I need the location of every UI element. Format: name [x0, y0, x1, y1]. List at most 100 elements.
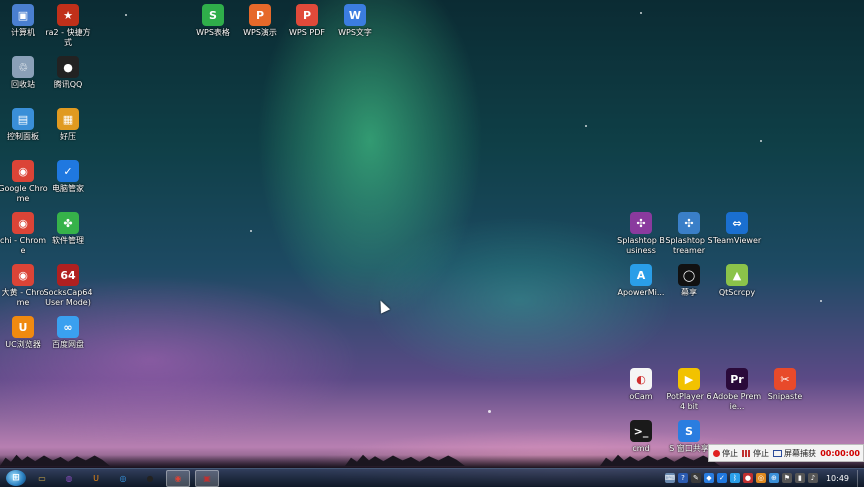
- shield-icon[interactable]: ✓: [716, 473, 727, 483]
- screen-icon: [773, 449, 782, 457]
- desktop-icon-android-icon[interactable]: ▲ QtScrcpy: [712, 264, 762, 298]
- sockscap-icon: 64: [57, 264, 79, 286]
- recorder-stop-button[interactable]: 停止: [713, 448, 738, 459]
- recorder-tray-icon[interactable]: ●: [742, 473, 753, 483]
- recorder-capture-label: 屏幕捕获: [784, 448, 816, 458]
- star: [488, 410, 491, 413]
- star: [585, 125, 587, 127]
- chrome-icon: ◉: [174, 473, 182, 483]
- keyboard-icon[interactable]: ⌨: [665, 473, 675, 483]
- desktop-icon-muxiang-icon[interactable]: ◯ 幕享: [664, 264, 714, 298]
- potplayer-icon: ▶: [678, 368, 700, 390]
- uc-icon: U: [93, 473, 99, 483]
- desktop-icon-shield-icon[interactable]: ✓ 电脑管家: [43, 160, 93, 194]
- desktop-icon-wps-sheet-icon[interactable]: S WPS表格: [188, 4, 238, 38]
- desktop-icon-wps-writer-icon[interactable]: W WPS文字: [330, 4, 380, 38]
- desktop-icon-label: 腾讯QQ: [53, 80, 83, 89]
- taskbar-app-chrome-icon[interactable]: ◉: [166, 469, 190, 487]
- taskbar-app-browser-icon[interactable]: ◎: [112, 471, 134, 486]
- taskbar-app-recorder-icon[interactable]: ▣: [195, 469, 219, 487]
- star: [125, 14, 127, 16]
- chrome-icon: ◉: [12, 212, 34, 234]
- desktop-icon-label: 控制面板: [7, 132, 39, 141]
- show-desktop-button[interactable]: [857, 469, 864, 487]
- start-button[interactable]: ⊞: [6, 470, 26, 486]
- recorder-capture-button[interactable]: 屏幕捕获: [773, 448, 816, 459]
- chrome-icon: ◉: [12, 160, 34, 182]
- desktop-icon-label: SocksCap64 User Mode): [43, 288, 93, 307]
- recorder-icon: ▣: [203, 473, 211, 483]
- desktop-icon-splashtop-business-icon[interactable]: ✣ Splashtop Business: [616, 212, 666, 256]
- desktop-icon-wps-slides-icon[interactable]: P WPS演示: [235, 4, 285, 38]
- desktop: ▣ 计算机 ★ ra2 - 快捷方式 ♲ 回收站 ● 腾讯QQ ▤ 控制面板 ▦ 好压 ◉ Google …: [0, 0, 864, 468]
- input-method-icon[interactable]: ✎: [690, 473, 701, 483]
- pause-bars-icon: [742, 449, 751, 457]
- desktop-icon-clover-icon[interactable]: ✤ 软件管理: [43, 212, 93, 246]
- apowermirror-icon: A: [630, 264, 652, 286]
- desktop-icon-window-share-icon[interactable]: S S 窗口共享: [664, 420, 714, 454]
- taskbar-app-media-icon[interactable]: ◍: [58, 471, 80, 486]
- desktop-icon-control-panel-icon[interactable]: ▤ 控制面板: [0, 108, 48, 142]
- recorder-stop-label: 停止: [722, 448, 738, 458]
- recorder-pause-button[interactable]: 停止: [742, 448, 769, 459]
- chrome-icon: ◉: [12, 264, 34, 286]
- taskbar-app-uc-icon[interactable]: U: [85, 471, 107, 486]
- star: [760, 140, 762, 142]
- desktop-icon-label: Splashtop Streamer: [665, 236, 713, 255]
- flag-icon[interactable]: ⚑: [781, 473, 792, 483]
- desktop-icon-terminal-icon[interactable]: >_ cmd: [616, 420, 666, 454]
- desktop-icon-chrome-icon[interactable]: ◉ 大黄 - Chrome: [0, 264, 48, 308]
- clock[interactable]: 10:49: [826, 474, 849, 483]
- help-icon[interactable]: ?: [677, 473, 688, 483]
- signal-icon[interactable]: ▮: [794, 473, 805, 483]
- desktop-icon-apowermirror-icon[interactable]: A ApowerMi...: [616, 264, 666, 298]
- desktop-icon-teamviewer-icon[interactable]: ⇔ TeamViewer: [712, 212, 762, 246]
- desktop-icon-label: 大黄 - Chrome: [1, 288, 45, 307]
- desktop-icon-splashtop-streamer-icon[interactable]: ✣ Splashtop Streamer: [664, 212, 714, 256]
- shield-icon: ✓: [57, 160, 79, 182]
- mouse-cursor: [375, 298, 391, 314]
- desktop-icon-label: 百度网盘: [52, 340, 84, 349]
- android-icon: ▲: [726, 264, 748, 286]
- desktop-icon-chrome-icon[interactable]: ◉ chi - Chrome: [0, 212, 48, 256]
- media-icon: ◍: [65, 473, 73, 483]
- desktop-icon-chrome-icon[interactable]: ◉ Google Chrome: [0, 160, 48, 204]
- desktop-icon-uc-browser-icon[interactable]: U UC浏览器: [0, 316, 48, 350]
- desktop-icon-qq-penguin-icon[interactable]: ● 腾讯QQ: [43, 56, 93, 90]
- bluetooth-icon[interactable]: ᛒ: [729, 473, 740, 483]
- screen-recorder-toolbar[interactable]: 停止 停止 屏幕捕获 00:00:00: [708, 444, 864, 462]
- red-star-icon: ★: [57, 4, 79, 26]
- desktop-icon-sockscap-icon[interactable]: 64 SocksCap64 User Mode): [43, 264, 93, 308]
- network-app-icon[interactable]: ◆: [703, 473, 714, 483]
- security-tray-icon[interactable]: ⊕: [768, 473, 779, 483]
- desktop-icon-recycle-bin-icon[interactable]: ♲ 回收站: [0, 56, 48, 90]
- desktop-icon-baidu-netdisk-icon[interactable]: ∞ 百度网盘: [43, 316, 93, 350]
- desktop-icon-label: Snipaste: [767, 392, 803, 401]
- desktop-icon-computer-icon[interactable]: ▣ 计算机: [0, 4, 48, 38]
- desktop-icon-haozip-icon[interactable]: ▦ 好压: [43, 108, 93, 142]
- desktop-icon-label: ApowerMi...: [617, 288, 665, 297]
- window-share-icon: S: [678, 420, 700, 442]
- desktop-icon-label: WPS表格: [196, 28, 230, 37]
- volume-icon[interactable]: ♪: [807, 473, 818, 483]
- desktop-icon-ocam-icon[interactable]: ◐ oCam: [616, 368, 666, 402]
- taskbar-app-qq-icon[interactable]: ●: [139, 471, 161, 486]
- desktop-icon-red-star-icon[interactable]: ★ ra2 - 快捷方式: [43, 4, 93, 48]
- system-tray: ⌨ ? ✎ ◆ ✓ ᛒ ● ◎ ⊕ ⚑ ▮ ♪ 10:49: [662, 469, 864, 487]
- desktop-icon-label: WPS文字: [338, 28, 372, 37]
- desktop-icon-wps-pdf-icon[interactable]: P WPS PDF: [282, 4, 332, 38]
- taskbar-app-folder-icon[interactable]: ▭: [31, 471, 53, 486]
- desktop-icon-snipaste-icon[interactable]: ✂ Snipaste: [760, 368, 810, 402]
- desktop-icon-label: 电脑管家: [52, 184, 84, 193]
- clover-icon: ✤: [57, 212, 79, 234]
- desktop-icon-label: 计算机: [11, 28, 35, 37]
- desktop-icon-premiere-icon[interactable]: Pr Adobe Premie...: [712, 368, 762, 412]
- teamviewer-icon: ⇔: [726, 212, 748, 234]
- premiere-icon: Pr: [726, 368, 748, 390]
- desktop-icon-potplayer-icon[interactable]: ▶ PotPlayer 64 bit: [664, 368, 714, 412]
- desktop-icon-label: 幕享: [681, 288, 697, 297]
- recorder-pause-label: 停止: [753, 448, 769, 458]
- star: [640, 12, 642, 14]
- wps-pdf-icon: P: [296, 4, 318, 26]
- app-tray-icon[interactable]: ◎: [755, 473, 766, 483]
